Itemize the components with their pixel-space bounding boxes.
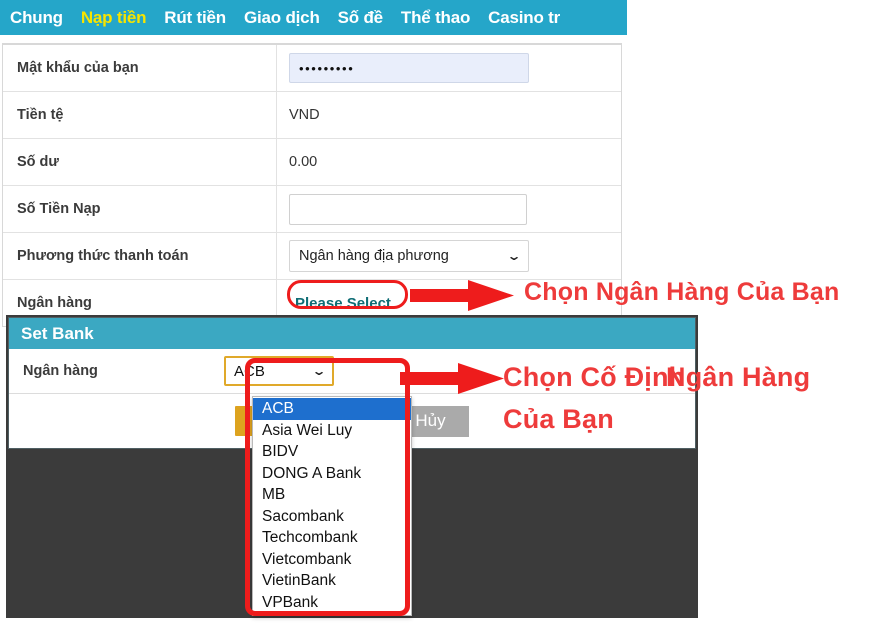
annotation-fix-bank-line2: Của Bạn	[503, 404, 614, 434]
annotation-choose-your-bank: Chọn Ngân Hàng Của Bạn	[524, 278, 840, 306]
value-balance: 0.00	[289, 154, 318, 170]
table-row-payment-method: Phương thức thanh toán Ngân hàng địa phư…	[3, 233, 621, 280]
table-row-balance: Số dư 0.00	[3, 139, 621, 186]
chevron-down-icon: ⌄	[311, 364, 327, 378]
dropdown-option-sacombank[interactable]: Sacombank	[253, 506, 411, 528]
label-currency: Tiền tệ	[3, 92, 277, 138]
value-password: •••••••••	[277, 45, 621, 91]
table-row-password: Mật khẩu của bạn •••••••••	[3, 45, 621, 92]
nav-item-the-thao[interactable]: Thể thao	[401, 8, 470, 28]
dropdown-option-techcombank[interactable]: Techcombank	[253, 527, 411, 549]
red-arrow-icon-2	[400, 363, 504, 394]
dropdown-option-bidv[interactable]: BIDV	[253, 441, 411, 463]
payment-method-selected-value: Ngân hàng địa phương	[299, 248, 449, 264]
bank-dropdown-list[interactable]: ACB Asia Wei Luy BIDV DONG A Bank MB Sac…	[252, 396, 412, 616]
annotation-fix-bank-line1b: Ngân Hàng	[666, 362, 811, 392]
please-select-link[interactable]: Please Select	[289, 292, 397, 315]
nav-item-so-de[interactable]: Số đề	[338, 8, 383, 28]
annotation-fix-bank-line1a: Chọn Cố Định	[503, 362, 686, 392]
password-input[interactable]: •••••••••	[289, 53, 529, 83]
dropdown-option-acb[interactable]: ACB	[253, 398, 411, 420]
dropdown-option-vietinbank[interactable]: VietinBank	[253, 570, 411, 592]
label-balance: Số dư	[3, 139, 277, 185]
dropdown-option-dong-a-bank[interactable]: DONG A Bank	[253, 463, 411, 485]
dropdown-option-mb[interactable]: MB	[253, 484, 411, 506]
dropdown-option-vpbank[interactable]: VPBank	[253, 592, 411, 614]
dropdown-option-asia-wei-luy[interactable]: Asia Wei Luy	[253, 420, 411, 442]
payment-method-select[interactable]: Ngân hàng địa phương ⌄	[289, 240, 529, 272]
nav-item-casino[interactable]: Casino tr	[488, 8, 560, 28]
dropdown-option-vietcombank[interactable]: Vietcombank	[253, 549, 411, 571]
bank-selected-value: ACB	[234, 362, 265, 380]
dialog-title: Set Bank	[21, 323, 94, 343]
top-navigation-bar: Chung Nạp tiền Rút tiền Giao dịch Số đề …	[0, 0, 627, 35]
bank-select[interactable]: ACB ⌄	[224, 356, 334, 386]
label-payment-method: Phương thức thanh toán	[3, 233, 277, 279]
nav-item-nap-tien[interactable]: Nạp tiền	[81, 8, 147, 28]
nav-item-rut-tien[interactable]: Rút tiền	[164, 8, 226, 28]
deposit-amount-input[interactable]	[289, 193, 527, 225]
chevron-down-icon: ⌄	[506, 249, 522, 263]
nav-item-giao-dich[interactable]: Giao dịch	[244, 8, 320, 28]
dialog-label-bank: Ngân hàng	[23, 363, 98, 379]
label-password: Mật khẩu của bạn	[3, 45, 277, 91]
nav-item-chung[interactable]: Chung	[10, 8, 63, 28]
value-payment-method: Ngân hàng địa phương ⌄	[277, 233, 621, 279]
red-arrow-icon-1	[410, 280, 514, 311]
value-deposit-amount	[277, 186, 621, 232]
dialog-header: Set Bank	[9, 318, 695, 349]
label-deposit-amount: Số Tiền Nạp	[3, 186, 277, 232]
value-currency: VND	[289, 107, 320, 123]
table-row-currency: Tiền tệ VND	[3, 92, 621, 139]
table-row-deposit-amount: Số Tiền Nạp	[3, 186, 621, 233]
